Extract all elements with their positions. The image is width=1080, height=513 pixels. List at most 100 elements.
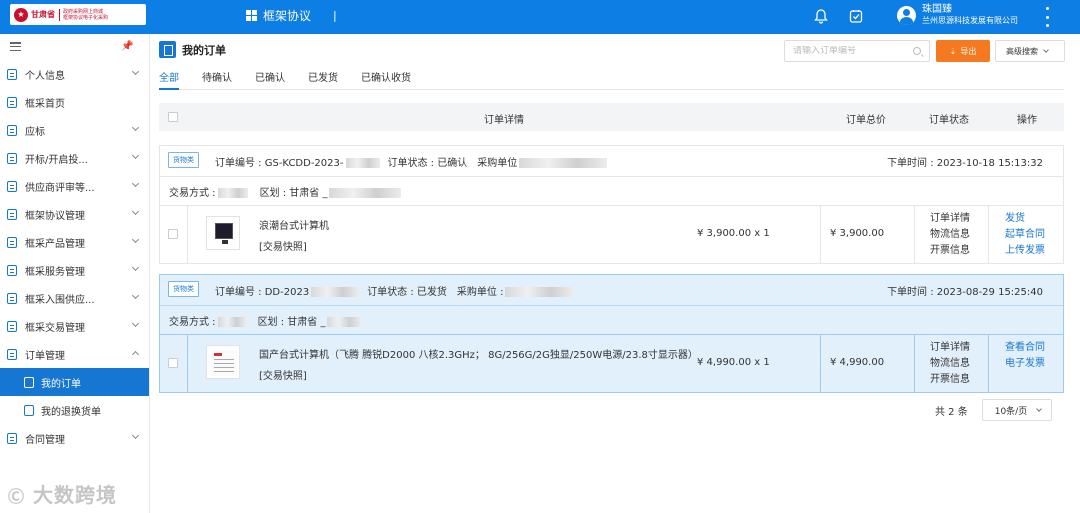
chevron-down-icon <box>1043 46 1049 53</box>
category-tag: 货物类 <box>168 281 199 297</box>
sidebar-item-3[interactable]: 开标/开启投... <box>0 144 149 172</box>
sidebar-item-9[interactable]: 框采交易管理 <box>0 312 149 340</box>
order-meta-2: 交易方式 : 区划 : 甘肃省 _ <box>169 313 363 328</box>
redacted-text <box>327 317 362 327</box>
select-all-checkbox[interactable] <box>168 112 178 122</box>
return-list-icon <box>24 404 34 416</box>
site-logo[interactable]: ★ 甘肃省 政府采购网上商城 框架协议电子化采购 <box>10 4 146 25</box>
order-checkbox[interactable] <box>168 358 178 368</box>
sidebar-item-6[interactable]: 框采产品管理 <box>0 228 149 256</box>
app-title[interactable]: 框架协议 | <box>246 7 337 24</box>
watermark-text: 大数跨境 <box>32 483 117 507</box>
user-menu[interactable]: 珠国臻 兰州思源科技发展有限公司 <box>897 4 1018 26</box>
product-name[interactable]: 浪潮台式计算机 <box>259 217 329 232</box>
trade-method: 交易方式 : <box>169 317 216 328</box>
tab-4[interactable]: 已确认收货 <box>361 64 411 90</box>
operation-link[interactable]: 发货 <box>1005 211 1045 227</box>
pin-icon[interactable]: 📌 <box>121 41 133 52</box>
sidebar-item-label: 框采首页 <box>25 98 65 110</box>
product-sheet-icon <box>211 350 237 376</box>
page-size-select[interactable]: 10条/页 <box>981 399 1052 421</box>
region: 区划 : 甘肃省 _ <box>257 317 326 328</box>
menu-item-icon <box>7 236 17 248</box>
sidebar-item-4[interactable]: 供应商评审等... <box>0 172 149 200</box>
tab-2[interactable]: 已确认 <box>255 64 285 90</box>
info-link[interactable]: 开票信息 <box>930 243 970 259</box>
unit-price-quantity: ¥ 3,900.00 x 1 <box>697 228 770 239</box>
order-total: ¥ 4,990.00 <box>830 357 885 368</box>
sidebar-item-label: 框架协议管理 <box>25 210 85 222</box>
user-name: 珠国臻 <box>922 4 952 15</box>
order-checkbox[interactable] <box>168 229 178 239</box>
info-link[interactable]: 物流信息 <box>930 227 970 243</box>
menu-item-icon <box>7 208 17 220</box>
chevron-down-icon <box>131 319 140 328</box>
trade-snapshot-link[interactable]: [交易快照] <box>259 367 307 382</box>
redacted-text <box>345 158 380 168</box>
search-input[interactable] <box>793 46 903 56</box>
menu-item-icon <box>7 180 17 192</box>
sidebar-item-1[interactable]: 框采首页 <box>0 88 149 116</box>
advanced-search-button[interactable]: 高级搜索 <box>995 40 1065 62</box>
order-info-links: 订单详情 物流信息 开票信息 <box>930 340 970 388</box>
contract-icon <box>7 432 17 444</box>
sidebar-item-0[interactable]: 个人信息 <box>0 60 149 88</box>
sidebar-item-5[interactable]: 框架协议管理 <box>0 200 149 228</box>
info-link[interactable]: 订单详情 <box>930 340 970 356</box>
info-link[interactable]: 物流信息 <box>930 356 970 372</box>
page-size-value: 10条/页 <box>994 406 1028 417</box>
sidebar-item-label: 订单管理 <box>25 350 65 362</box>
tab-0[interactable]: 全部 <box>159 64 179 90</box>
sidebar-subitem-my-orders[interactable]: 我的订单 <box>0 368 149 396</box>
main-content: 我的订单 ⇣ 导出 高级搜索 全部待确认已确认已发货已确认收货 订单详情 订单总… <box>150 34 1080 513</box>
menu-icon[interactable] <box>10 42 21 51</box>
sidebar-item-2[interactable]: 应标 <box>0 116 149 144</box>
product-image[interactable] <box>206 345 240 379</box>
operation-link[interactable]: 起草合同 <box>1005 227 1045 243</box>
column-operations: 操作 <box>1017 115 1037 126</box>
bell-icon[interactable] <box>813 8 829 24</box>
page-title: 我的订单 <box>182 43 226 57</box>
column-order-total: 订单总价 <box>846 115 886 126</box>
chevron-down-icon <box>131 207 140 216</box>
clipboard-check-icon[interactable] <box>848 8 864 24</box>
chevron-up-icon <box>131 350 140 359</box>
export-label: 导出 <box>960 46 977 56</box>
sidebar-item-10[interactable]: 订单管理 <box>0 340 149 368</box>
order-number: 订单编号 : GS-KCDD-2023- <box>215 158 344 169</box>
sidebar-item-contracts[interactable]: 合同管理 <box>0 424 149 452</box>
order-status: 订单状态 : 已确认 <box>387 158 468 169</box>
export-button[interactable]: ⇣ 导出 <box>936 40 990 62</box>
sidebar-item-label: 个人信息 <box>25 70 65 82</box>
sidebar-subitem-my-returns[interactable]: 我的退换货单 <box>0 396 149 424</box>
sidebar-subitem-label: 我的退换货单 <box>41 406 101 418</box>
sidebar-item-label: 供应商评审等... <box>25 182 95 194</box>
operation-link[interactable]: 电子发票 <box>1005 356 1045 372</box>
info-link[interactable]: 订单详情 <box>930 211 970 227</box>
trade-snapshot-link[interactable]: [交易快照] <box>259 238 307 253</box>
tab-3[interactable]: 已发货 <box>308 64 338 90</box>
order-number: 订单编号 : DD-2023 <box>215 287 310 298</box>
sidebar-subitem-label: 我的订单 <box>41 378 81 390</box>
page-header: 我的订单 <box>159 41 226 58</box>
info-link[interactable]: 开票信息 <box>930 372 970 388</box>
sidebar-item-label: 合同管理 <box>25 434 65 446</box>
menu-item-icon <box>7 348 17 360</box>
search-icon[interactable] <box>913 47 921 55</box>
order-card: 货物类 订单编号 : DD-2023 订单状态 : 已发货 采购单位 : 下单时间 : … <box>159 274 1064 393</box>
sidebar-item-7[interactable]: 框采服务管理 <box>0 256 149 284</box>
sidebar-item-8[interactable]: 框采入围供应... <box>0 284 149 312</box>
watermark-logo-icon: Ⓒ <box>8 487 26 506</box>
more-vertical-icon[interactable] <box>1044 7 1050 27</box>
product-name[interactable]: 国产台式计算机（飞腾 腾锐D2000 八核2.3GHz； 8G/256G/2G独… <box>259 346 698 361</box>
purchaser-label: 采购单位 <box>477 158 518 169</box>
order-time: 下单时间 : 2023-10-18 15:13:32 <box>887 158 1043 169</box>
operation-link[interactable]: 查看合同 <box>1005 340 1045 356</box>
menu-item-icon <box>7 68 17 80</box>
operation-link[interactable]: 上传发票 <box>1005 243 1045 259</box>
product-image[interactable] <box>206 216 240 250</box>
top-bar: ★ 甘肃省 政府采购网上商城 框架协议电子化采购 框架协议 | 珠国臻 兰州思源… <box>0 0 1080 34</box>
tab-1[interactable]: 待确认 <box>202 64 232 90</box>
chevron-down-icon <box>1036 405 1043 412</box>
emblem-icon: ★ <box>14 7 28 22</box>
